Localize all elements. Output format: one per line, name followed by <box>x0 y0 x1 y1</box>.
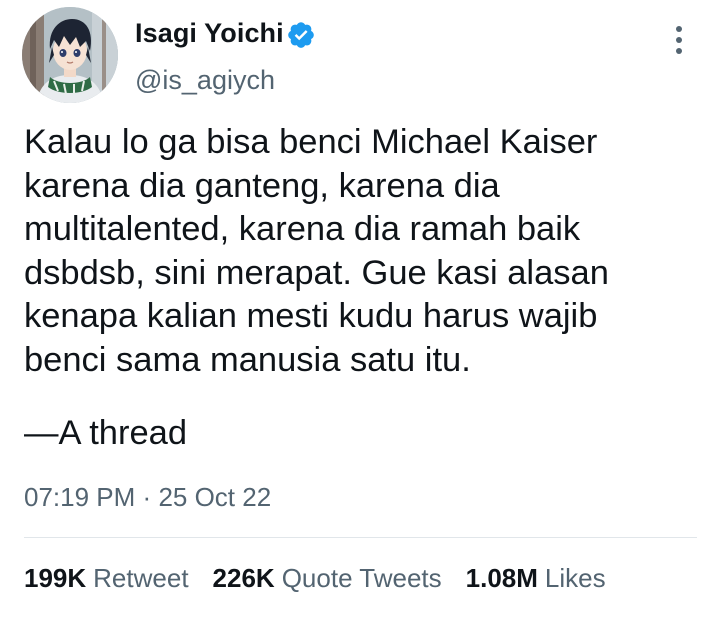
quote-tweets-count: 226K <box>212 563 275 593</box>
tweet-text-line: multitalented, karena dia ramah baik <box>24 210 581 249</box>
handle[interactable]: @is_agiych <box>135 65 275 96</box>
more-dot <box>676 26 682 32</box>
quote-tweets-stat[interactable]: 226K Quote Tweets <box>213 563 442 594</box>
quote-tweets-label: Quote Tweets <box>281 563 442 593</box>
avatar-image <box>22 7 118 103</box>
engagement-stats: 199K Retweet 226K Quote Tweets 1.08M Lik… <box>24 563 630 594</box>
likes-count: 1.08M <box>465 563 538 593</box>
tweet-text-line: Kalau lo ga bisa benci Michael Kaiser <box>24 123 598 161</box>
verified-badge-icon <box>288 22 314 48</box>
divider <box>24 537 697 538</box>
more-dot <box>676 48 682 54</box>
retweet-count: 199K <box>24 563 87 593</box>
meta-separator: · <box>142 482 152 512</box>
thread-marker: —A thread <box>24 414 188 452</box>
more-dot <box>676 37 682 43</box>
avatar[interactable] <box>22 7 118 103</box>
display-name[interactable]: Isagi Yoichi <box>135 18 284 49</box>
retweet-stat[interactable]: 199K Retweet <box>24 563 189 594</box>
tweet-text-line: karena dia ganteng, karena dia <box>24 166 500 205</box>
more-vertical-icon[interactable] <box>664 22 694 58</box>
likes-label: Likes <box>544 563 606 593</box>
tweet-text-line: kenapa kalian mesti kudu harus wajib <box>24 297 598 336</box>
tweet-detail: Isagi Yoichi @is_agiych Kalau lo ga bisa… <box>0 0 720 619</box>
tweet-date: 25 Oct 22 <box>158 482 272 512</box>
tweet-time: 07:19 PM <box>24 482 136 512</box>
tweet-text-line: dsbdsb, sini merapat. Gue kasi alasan <box>24 253 609 292</box>
timestamp[interactable]: 07:19 PM · 25 Oct 22 <box>24 482 271 513</box>
retweet-label: Retweet <box>93 563 189 593</box>
tweet-text-line: benci sama manusia satu itu. <box>24 340 471 379</box>
tweet-text: Kalau lo ga bisa benci Michael Kaiser ka… <box>24 121 694 383</box>
likes-stat[interactable]: 1.08M Likes <box>466 563 606 594</box>
